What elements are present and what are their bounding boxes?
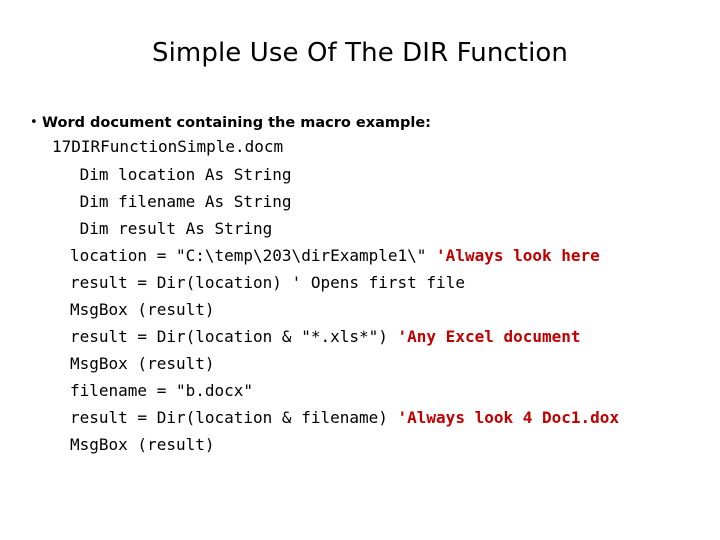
code-line: MsgBox (result) [70, 296, 720, 323]
bullet-item-label: Word document containing the macro examp… [42, 115, 431, 131]
code-comment: 'Always look here [436, 246, 600, 265]
code-statement: MsgBox (result) [70, 354, 215, 373]
code-line: result = Dir(location & filename) 'Alway… [70, 404, 720, 431]
code-statement: MsgBox (result) [70, 435, 215, 454]
bullet-point-icon: • [30, 115, 38, 130]
code-statement: MsgBox (result) [70, 300, 215, 319]
code-line: location = "C:\temp\203\dirExample1\" 'A… [70, 242, 720, 269]
code-statement: result = Dir(location & "*.xls*") [70, 327, 398, 346]
macro-filename-label: 17DIRFunctionSimple.docm [52, 137, 284, 156]
code-line: result = Dir(location) ' Opens first fil… [70, 269, 720, 296]
code-statement: Dim filename As String [70, 192, 292, 211]
code-line: MsgBox (result) [70, 350, 720, 377]
code-line: MsgBox (result) [70, 431, 720, 458]
code-statement: Dim location As String [70, 165, 292, 184]
code-statement: result = Dir(location) [70, 273, 292, 292]
code-statement: location = "C:\temp\203\dirExample1\" [70, 246, 437, 265]
code-line: Dim location As String [70, 161, 720, 188]
bullet-list-item: • Word document containing the macro exa… [0, 112, 720, 134]
code-statement: filename = "b.docx" [70, 381, 254, 400]
code-comment: 'Any Excel document [397, 327, 581, 346]
page-title: Simple Use Of The DIR Function [152, 38, 568, 68]
code-statement: result = Dir(location & filename) [70, 408, 398, 427]
code-line: filename = "b.docx" [70, 377, 720, 404]
vba-code-block: Dim location As String Dim filename As S… [0, 159, 720, 458]
code-line: Dim filename As String [70, 188, 720, 215]
code-line: result = Dir(location & "*.xls*") 'Any E… [70, 323, 720, 350]
code-comment: 'Always look 4 Doc1.dox [397, 408, 620, 427]
code-line: Dim result As String [70, 215, 720, 242]
code-comment: ' Opens first file [291, 273, 465, 292]
slide-body: • Word document containing the macro exa… [0, 112, 720, 458]
filename-row: 17DIRFunctionSimple.docm [0, 134, 720, 159]
code-statement: Dim result As String [70, 219, 273, 238]
slide-canvas: Simple Use Of The DIR Function • Word do… [0, 0, 720, 540]
